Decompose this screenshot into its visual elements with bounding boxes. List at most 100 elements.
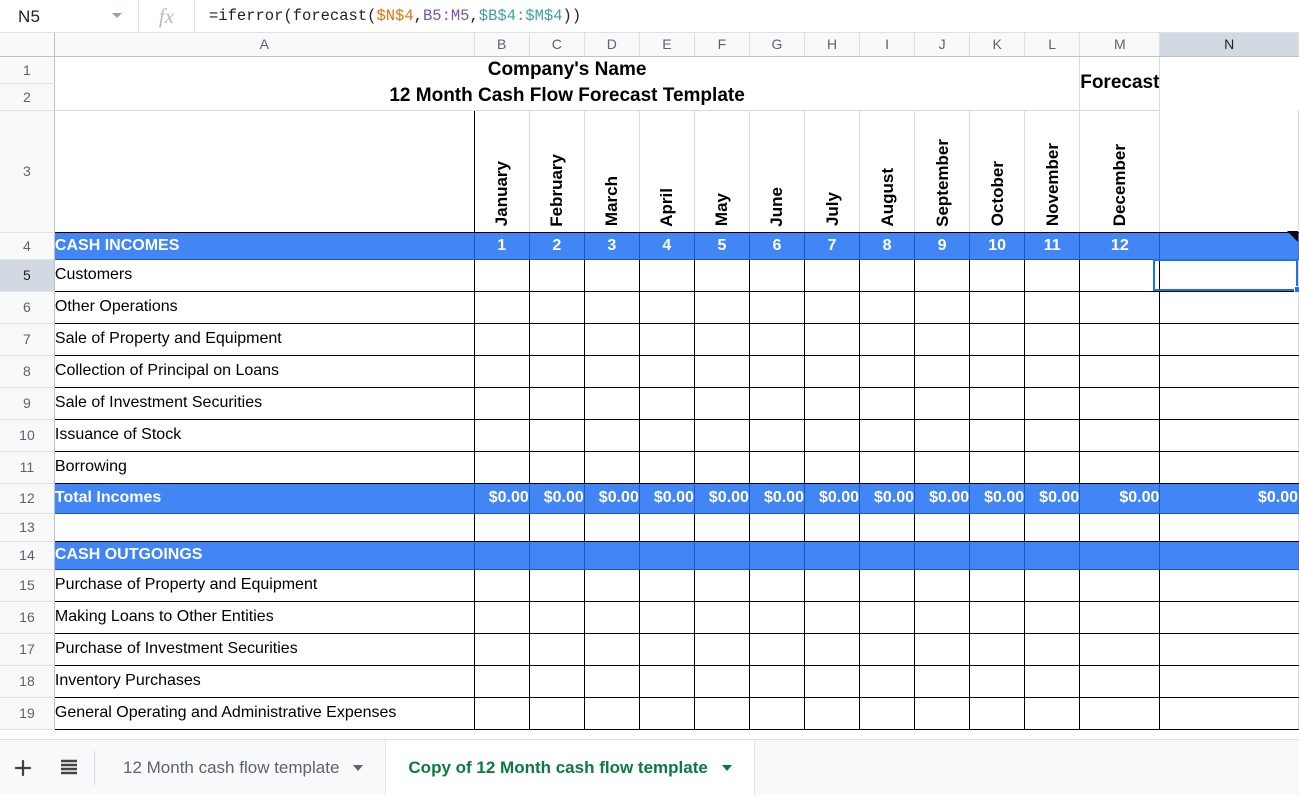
month-number-10[interactable]: 10 xyxy=(969,232,1026,260)
data-cell[interactable] xyxy=(474,633,530,666)
month-number-8[interactable]: 8 xyxy=(859,232,916,260)
data-cell[interactable] xyxy=(584,355,640,388)
data-cell[interactable] xyxy=(694,569,750,602)
data-cell[interactable] xyxy=(1024,665,1081,698)
data-cell[interactable] xyxy=(584,451,640,484)
column-header-L[interactable]: L xyxy=(1024,33,1081,57)
data-cell[interactable] xyxy=(859,513,916,542)
forecast-cell[interactable] xyxy=(1159,697,1299,730)
title-line-2[interactable]: 12 Month Cash Flow Forecast Template xyxy=(54,83,1081,111)
column-header-E[interactable]: E xyxy=(639,33,695,57)
row-header-8[interactable]: 8 xyxy=(0,355,55,388)
data-cell[interactable] xyxy=(529,697,585,730)
data-cell[interactable] xyxy=(1024,513,1081,542)
data-cell[interactable] xyxy=(969,601,1026,634)
column-header-B[interactable]: B xyxy=(474,33,530,57)
total-incomes-value[interactable]: $0.00 xyxy=(804,483,861,514)
row-header-2[interactable]: 2 xyxy=(0,83,55,111)
forecast-cell[interactable] xyxy=(1159,541,1299,570)
data-cell[interactable] xyxy=(914,323,971,356)
data-cell[interactable] xyxy=(804,451,861,484)
data-cell[interactable] xyxy=(969,323,1026,356)
column-header-I[interactable]: I xyxy=(859,33,916,57)
data-cell[interactable] xyxy=(639,601,695,634)
data-cell[interactable] xyxy=(639,387,695,420)
data-cell[interactable] xyxy=(1079,665,1161,698)
row-header-13[interactable]: 13 xyxy=(0,513,55,542)
month-header-october[interactable]: October xyxy=(969,110,1026,233)
data-cell[interactable] xyxy=(1024,323,1081,356)
month-header-november[interactable]: November xyxy=(1024,110,1081,233)
outgoing-row-label[interactable]: Purchase of Property and Equipment xyxy=(54,569,475,602)
data-cell[interactable] xyxy=(1079,601,1161,634)
data-cell[interactable] xyxy=(584,513,640,542)
data-cell[interactable] xyxy=(1079,387,1161,420)
data-cell[interactable] xyxy=(694,323,750,356)
data-cell[interactable] xyxy=(694,259,750,292)
data-cell[interactable] xyxy=(804,259,861,292)
total-incomes-value[interactable]: $0.00 xyxy=(969,483,1026,514)
month-header-january[interactable]: January xyxy=(474,110,530,233)
data-cell[interactable] xyxy=(859,355,916,388)
row-header-6[interactable]: 6 xyxy=(0,291,55,324)
data-cell[interactable] xyxy=(914,387,971,420)
data-cell[interactable] xyxy=(804,665,861,698)
data-cell[interactable] xyxy=(584,665,640,698)
row-header-11[interactable]: 11 xyxy=(0,451,55,484)
data-cell[interactable] xyxy=(1024,387,1081,420)
data-cell[interactable] xyxy=(749,569,805,602)
data-cell[interactable] xyxy=(859,633,916,666)
data-cell[interactable] xyxy=(694,601,750,634)
data-cell[interactable] xyxy=(529,541,585,570)
data-cell[interactable] xyxy=(914,665,971,698)
forecast-cell[interactable] xyxy=(1159,601,1299,634)
data-cell[interactable] xyxy=(529,633,585,666)
month-number-1[interactable]: 1 xyxy=(474,232,530,260)
data-cell[interactable] xyxy=(749,665,805,698)
data-cell[interactable] xyxy=(639,419,695,452)
data-cell[interactable] xyxy=(474,665,530,698)
total-incomes-value[interactable]: $0.00 xyxy=(749,483,805,514)
data-cell[interactable] xyxy=(1079,451,1161,484)
data-cell[interactable] xyxy=(1079,259,1161,292)
row-header-7[interactable]: 7 xyxy=(0,323,55,356)
row-header-1[interactable]: 1 xyxy=(0,56,55,84)
data-cell[interactable] xyxy=(969,541,1026,570)
data-cell[interactable] xyxy=(804,291,861,324)
cell-N3[interactable] xyxy=(1159,110,1299,233)
data-cell[interactable] xyxy=(584,697,640,730)
data-cell[interactable] xyxy=(804,323,861,356)
data-cell[interactable] xyxy=(694,355,750,388)
income-row-label[interactable]: Collection of Principal on Loans xyxy=(54,355,475,388)
data-cell[interactable] xyxy=(804,601,861,634)
data-cell[interactable] xyxy=(694,665,750,698)
data-cell[interactable] xyxy=(474,451,530,484)
data-cell[interactable] xyxy=(1024,601,1081,634)
data-cell[interactable] xyxy=(749,259,805,292)
data-cell[interactable] xyxy=(529,387,585,420)
data-cell[interactable] xyxy=(1079,697,1161,730)
data-cell[interactable] xyxy=(529,291,585,324)
data-cell[interactable] xyxy=(639,355,695,388)
total-incomes-forecast[interactable]: $0.00 xyxy=(1159,483,1299,514)
forecast-cell[interactable] xyxy=(1159,387,1299,420)
data-cell[interactable] xyxy=(584,541,640,570)
data-cell[interactable] xyxy=(749,601,805,634)
add-sheet-button[interactable] xyxy=(0,740,46,796)
total-incomes-value[interactable]: $0.00 xyxy=(584,483,640,514)
data-cell[interactable] xyxy=(749,451,805,484)
outgoing-row-label[interactable]: Making Loans to Other Entities xyxy=(54,601,475,634)
data-cell[interactable] xyxy=(859,291,916,324)
data-cell[interactable] xyxy=(859,419,916,452)
data-cell[interactable] xyxy=(694,697,750,730)
data-cell[interactable] xyxy=(474,355,530,388)
income-row-label[interactable]: Sale of Investment Securities xyxy=(54,387,475,420)
data-cell[interactable] xyxy=(1024,259,1081,292)
data-cell[interactable] xyxy=(749,323,805,356)
month-header-july[interactable]: July xyxy=(804,110,861,233)
data-cell[interactable] xyxy=(694,291,750,324)
data-cell[interactable] xyxy=(859,601,916,634)
data-cell[interactable] xyxy=(639,451,695,484)
data-cell[interactable] xyxy=(749,387,805,420)
data-cell[interactable] xyxy=(969,697,1026,730)
